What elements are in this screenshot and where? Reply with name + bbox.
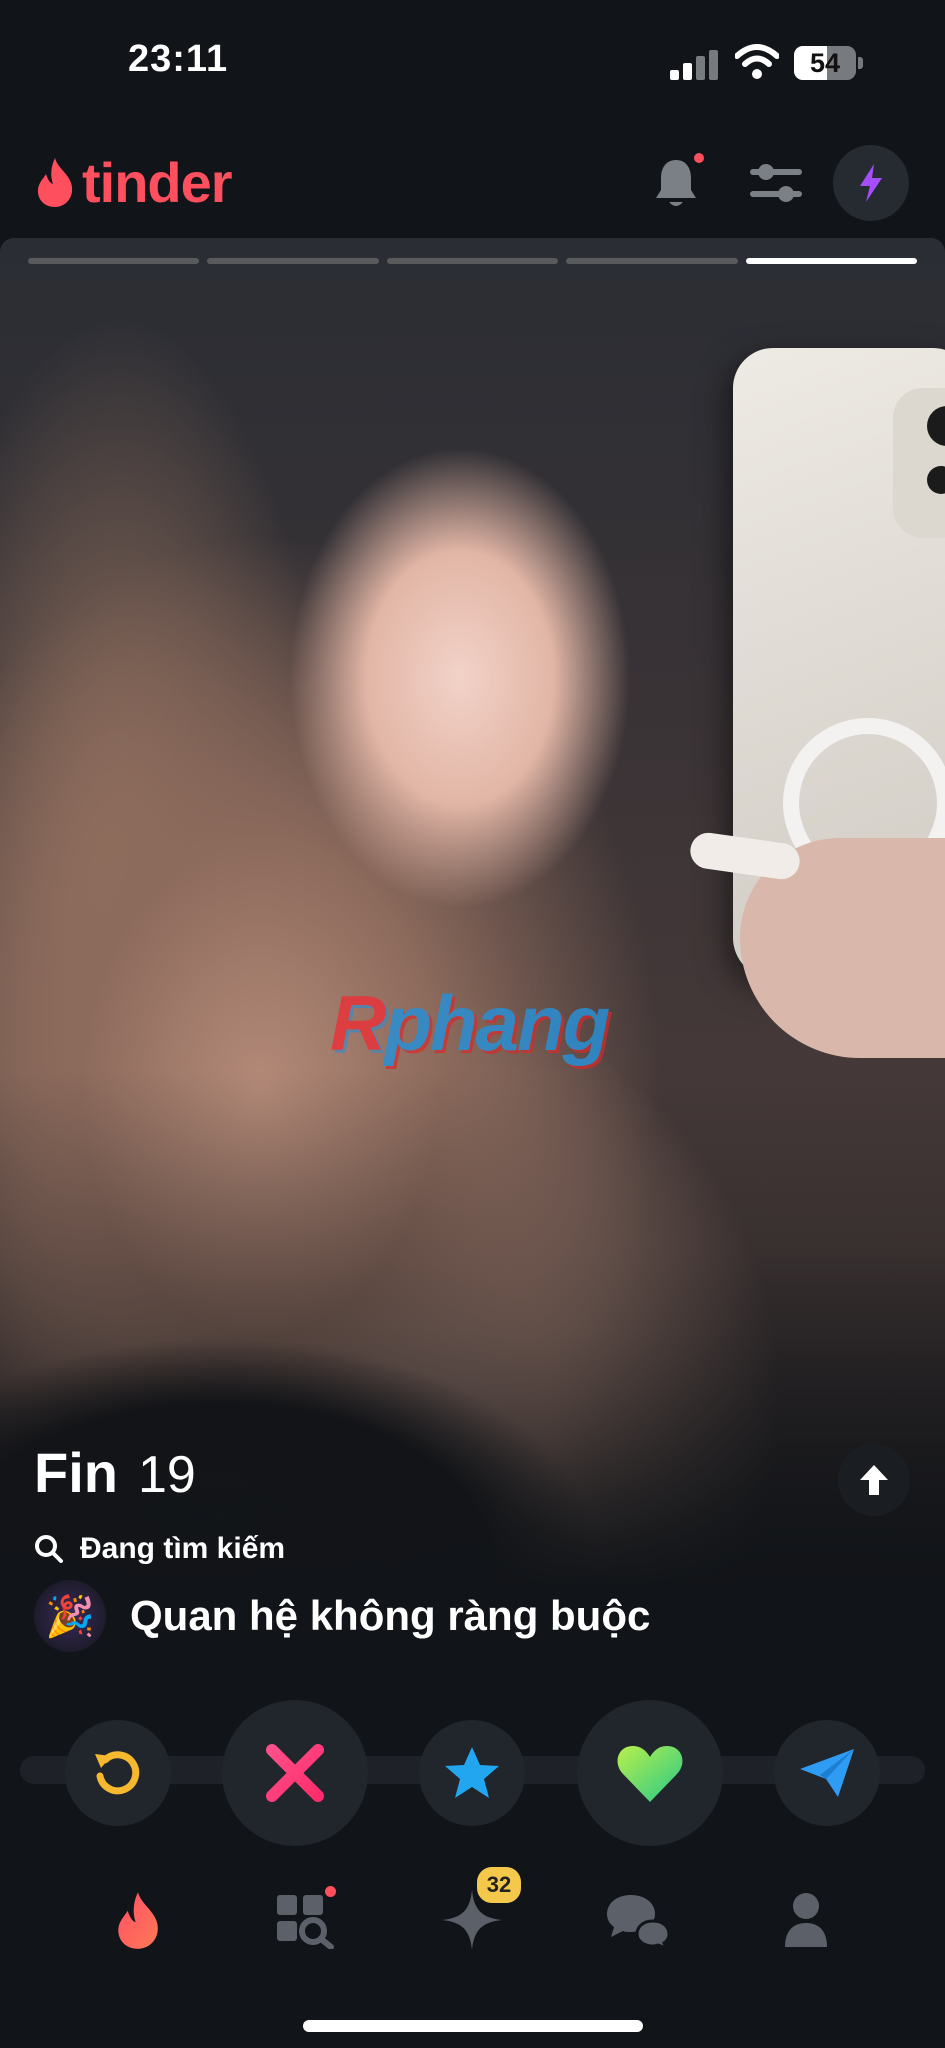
- flame-logo-icon: [37, 158, 73, 207]
- status-time: 23:11: [128, 38, 229, 80]
- super-like-button[interactable]: [419, 1720, 525, 1826]
- logo-text: tinder: [82, 150, 233, 214]
- photo-progress-bar: [28, 258, 918, 264]
- tab-discover[interactable]: [102, 1884, 174, 1956]
- nope-button[interactable]: [222, 1700, 368, 1846]
- battery-tip: [858, 57, 863, 69]
- notifications-button[interactable]: [638, 145, 714, 221]
- profile-card[interactable]: Rphang: [0, 238, 945, 1590]
- explore-icon: [277, 1895, 334, 1949]
- profile-name: Fin: [34, 1441, 118, 1504]
- tab-bar: 32: [0, 1862, 945, 1972]
- star-icon: [445, 1747, 499, 1798]
- photo-progress-segment[interactable]: [207, 258, 379, 264]
- send-message-button[interactable]: [774, 1720, 880, 1826]
- looking-status-text: Đang tìm kiếm: [80, 1532, 286, 1565]
- wifi-icon: [735, 44, 779, 79]
- app-header: tinder: [0, 130, 945, 235]
- home-indicator[interactable]: [303, 2020, 643, 2032]
- filters-button[interactable]: [738, 145, 814, 221]
- lightning-icon: [860, 164, 882, 202]
- paper-plane-icon: [800, 1749, 854, 1797]
- tinder-logo[interactable]: tinder: [34, 150, 233, 214]
- rewind-button[interactable]: [65, 1720, 171, 1826]
- watermark: Rphang: [330, 979, 610, 1067]
- action-bar: [0, 1680, 945, 1846]
- cellular-signal-icon: [670, 50, 720, 80]
- profile-icon: [785, 1893, 827, 1947]
- profile-age: 19: [137, 1446, 196, 1504]
- battery-percent: 54: [809, 48, 841, 78]
- photo-progress-segment[interactable]: [386, 258, 559, 264]
- photo-progress-segment[interactable]: [28, 258, 200, 264]
- boost-button[interactable]: [833, 145, 909, 221]
- battery-icon: 54: [794, 46, 856, 80]
- phone-camera-module: [893, 388, 945, 538]
- rewind-icon: [95, 1751, 140, 1795]
- status-bar: 23:11 54: [0, 0, 945, 130]
- explore-dot: [325, 1886, 336, 1897]
- tab-profile[interactable]: [770, 1884, 842, 1956]
- tab-explore[interactable]: [268, 1884, 340, 1956]
- chat-icon: [607, 1895, 671, 1949]
- open-profile-button[interactable]: [838, 1444, 910, 1516]
- relationship-intent-text: Quan hệ không ràng buộc: [130, 1592, 651, 1639]
- card-gradient: [0, 1070, 945, 1590]
- sliders-icon: [750, 164, 802, 202]
- like-button[interactable]: [577, 1700, 723, 1846]
- heart-icon: [617, 1746, 683, 1802]
- arrow-up-icon: [860, 1465, 888, 1495]
- notification-dot: [694, 153, 704, 163]
- flame-icon: [118, 1892, 158, 1949]
- likes-count-badge: 32: [474, 1864, 524, 1906]
- bell-icon: [656, 160, 696, 206]
- party-popper-icon: 🎉: [34, 1580, 106, 1652]
- tab-chat[interactable]: [602, 1884, 674, 1956]
- search-icon: [35, 1535, 63, 1563]
- photo-progress-segment[interactable]: [566, 258, 738, 264]
- relationship-intent: 🎉 Quan hệ không ràng buộc: [34, 1580, 650, 1652]
- close-icon: [266, 1744, 324, 1802]
- name-row: Fin 19: [34, 1440, 196, 1505]
- looking-status: Đang tìm kiếm: [34, 1532, 285, 1566]
- photo-progress-segment[interactable]: [745, 258, 918, 264]
- tab-likes[interactable]: 32: [436, 1864, 524, 1956]
